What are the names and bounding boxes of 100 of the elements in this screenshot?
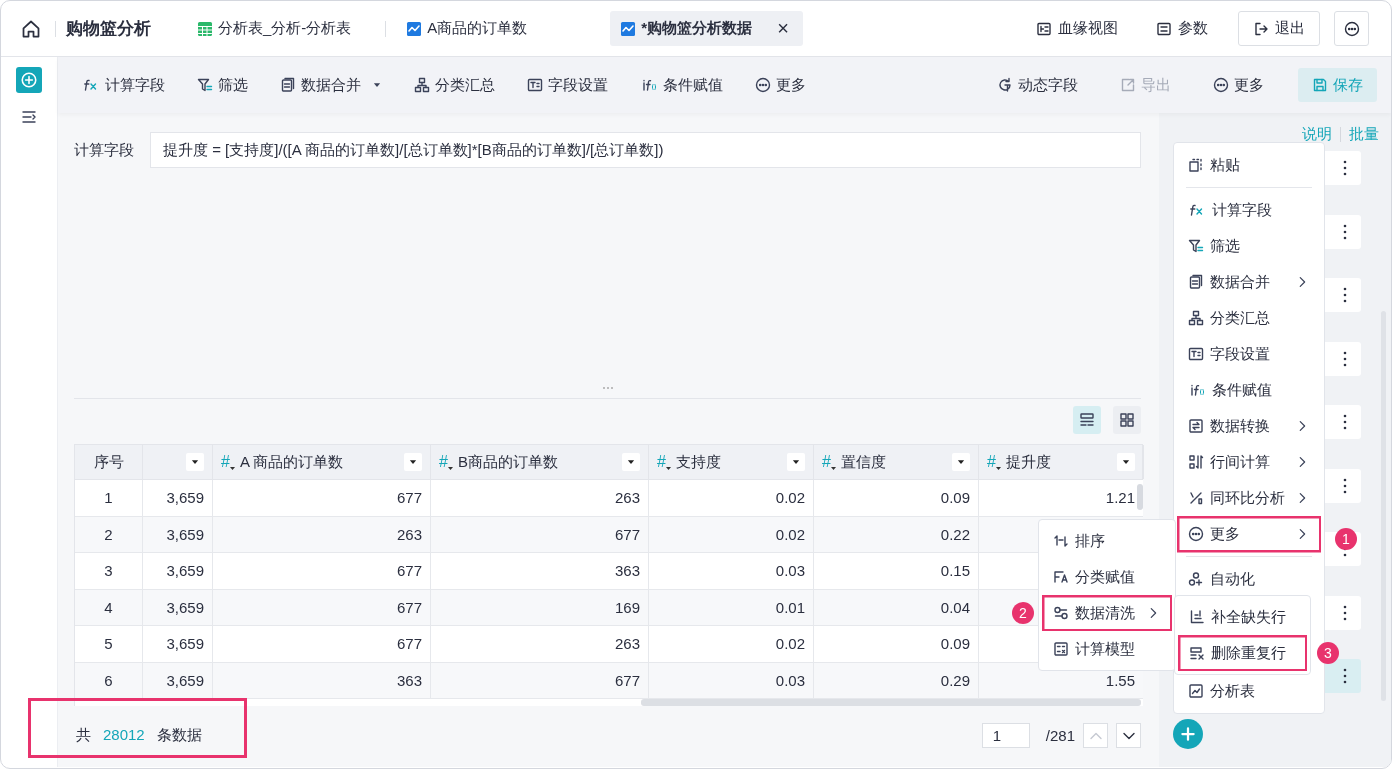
line-chart-icon xyxy=(406,20,423,37)
menu-item[interactable]: 数据转换 xyxy=(1177,408,1321,444)
row-number: 3 xyxy=(104,562,113,580)
add-icon xyxy=(1179,725,1197,743)
field-settings-icon xyxy=(1188,346,1204,362)
step-menu-button[interactable] xyxy=(1343,350,1347,367)
column-menu-button[interactable] xyxy=(186,453,204,471)
document-tab[interactable]: A商品的订单数 xyxy=(396,11,538,46)
menu-item[interactable]: 分类赋值 xyxy=(1042,559,1172,595)
toolbar-button[interactable]: 更多 xyxy=(747,68,814,102)
table-cell: 677 xyxy=(396,489,422,507)
more-button[interactable] xyxy=(1334,11,1369,46)
kebab-icon xyxy=(1343,414,1347,430)
toolbar-button[interactable]: 数据合并 xyxy=(272,68,390,102)
table-cell: 0.22 xyxy=(940,525,970,543)
kebab-icon xyxy=(1343,668,1347,684)
table-cell: 363 xyxy=(396,671,422,689)
toolbar-button[interactable]: 计算字段 xyxy=(74,68,173,102)
menu-item[interactable]: 计算字段 xyxy=(1177,192,1321,228)
formula-field[interactable]: 提升度 = [支持度]/([A 商品的订单数]/[总订单数]*[B商品的订单数]/[总订单数]) xyxy=(150,132,1141,168)
outline-toggle-icon xyxy=(21,109,37,125)
row-number: 4 xyxy=(104,598,113,616)
close-tab-button[interactable]: × xyxy=(777,17,789,40)
menu-item[interactable]: 同环比分析 xyxy=(1177,480,1321,516)
step-menu-button[interactable] xyxy=(1343,160,1347,176)
step-menu-button[interactable] xyxy=(1343,604,1347,621)
table-cell: 1.21 xyxy=(1105,489,1135,507)
menu-item[interactable]: 分析表 xyxy=(1177,673,1321,709)
merge-icon xyxy=(280,77,296,93)
kebab-icon xyxy=(1343,477,1347,494)
add-step-button[interactable] xyxy=(1173,719,1203,749)
more-icon xyxy=(1213,77,1229,93)
step-menu-button[interactable] xyxy=(1343,668,1347,684)
document-tab[interactable]: 分析表_分析-分析表 xyxy=(187,11,362,46)
table-cell: 0.02 xyxy=(775,635,805,653)
field-label: 计算字段 xyxy=(74,140,134,160)
table-cell: 0.09 xyxy=(940,635,970,653)
more-icon xyxy=(755,77,771,93)
table-cell: 3,659 xyxy=(166,525,204,543)
table-cell: 263 xyxy=(614,635,640,653)
step-menu-button[interactable] xyxy=(1343,477,1347,494)
toolbar-button[interactable]: 条件赋值 xyxy=(632,68,731,102)
number-type-mark: # xyxy=(439,453,454,471)
menu-item[interactable]: 计算模型 xyxy=(1042,631,1172,667)
table-cell: 677 xyxy=(614,671,640,689)
column-menu-button[interactable] xyxy=(404,453,422,471)
export-icon xyxy=(1120,77,1136,93)
document-tab[interactable]: *购物篮分析数据 × xyxy=(610,11,803,46)
toolbar-button[interactable]: 更多 xyxy=(1205,68,1272,102)
menu-item[interactable]: 字段设置 xyxy=(1177,336,1321,372)
column-title: A 商品的订单数 xyxy=(239,452,344,472)
menu-item[interactable]: 数据合并 xyxy=(1177,264,1321,300)
data-cleaning-icon xyxy=(1053,605,1069,621)
table-cell: 0.15 xyxy=(940,562,970,580)
total-label: 共 xyxy=(76,726,91,745)
menu-item[interactable]: 筛选 xyxy=(1177,228,1321,264)
number-type-mark: # xyxy=(657,453,672,471)
step-menu-button[interactable] xyxy=(1343,287,1347,303)
exit-button[interactable]: 退出 xyxy=(1238,11,1320,46)
scrollbar[interactable] xyxy=(1137,484,1143,510)
kebab-icon xyxy=(1343,604,1347,621)
column-menu-button[interactable] xyxy=(787,453,805,471)
total-count: 28012 xyxy=(103,726,145,745)
menu-item[interactable]: 补全缺失行 xyxy=(1178,599,1307,635)
outline-toggle-button[interactable] xyxy=(21,109,37,125)
hierarchy-icon xyxy=(1188,310,1204,326)
toolbar-button[interactable]: 分类汇总 xyxy=(406,68,503,102)
menu-item[interactable]: 自动化 xyxy=(1177,561,1321,597)
menu-item[interactable]: 条件赋值 xyxy=(1177,372,1321,408)
page-input[interactable]: 1 xyxy=(981,723,1030,748)
step-menu-button[interactable] xyxy=(1343,414,1347,430)
table-cell: 0.09 xyxy=(940,489,970,507)
toolbar-button[interactable]: 字段设置 xyxy=(519,68,616,102)
analysis-chart-icon xyxy=(1188,683,1204,699)
home-button[interactable] xyxy=(21,18,41,39)
table-cell: 263 xyxy=(396,525,422,543)
add-button[interactable] xyxy=(16,67,42,93)
header-link[interactable]: 参数 xyxy=(1144,19,1220,38)
table-cell: 0.02 xyxy=(775,489,805,507)
step-menu-button[interactable] xyxy=(1343,223,1347,240)
column-menu-button[interactable] xyxy=(622,453,640,471)
table-cell: 677 xyxy=(614,525,640,543)
column-menu-button[interactable] xyxy=(952,453,970,471)
field-settings-icon xyxy=(527,77,543,93)
calc-model-icon xyxy=(1053,641,1069,657)
toolbar-button[interactable]: 筛选 xyxy=(189,68,256,102)
table-cell: 677 xyxy=(396,598,422,616)
scrollbar[interactable] xyxy=(641,699,1141,706)
menu-item[interactable]: 分类汇总 xyxy=(1177,300,1321,336)
view-toggle-button[interactable] xyxy=(1113,406,1141,434)
kebab-icon xyxy=(1343,287,1347,303)
menu-item[interactable]: 排序 xyxy=(1042,523,1172,559)
header-link[interactable]: 血缘视图 xyxy=(1024,19,1130,38)
view-toggle-button[interactable] xyxy=(1073,406,1101,434)
row-number: 6 xyxy=(104,671,113,689)
menu-item[interactable]: 行间计算 xyxy=(1177,444,1321,480)
toolbar-button[interactable]: 动态字段 xyxy=(989,68,1086,102)
table-cell: 169 xyxy=(614,598,640,616)
next-page-button[interactable] xyxy=(1116,723,1141,748)
column-menu-button[interactable] xyxy=(1117,453,1135,471)
